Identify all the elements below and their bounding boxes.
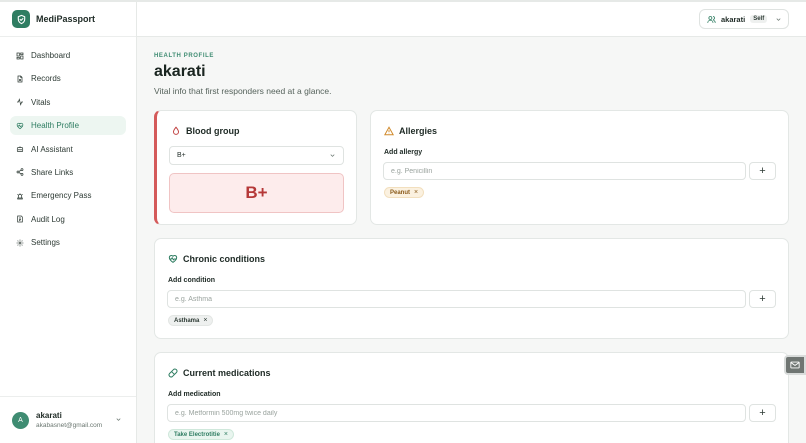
- medications-title: Current medications: [168, 368, 271, 378]
- sidebar-item-label: Settings: [31, 238, 60, 248]
- siren-icon: [16, 192, 24, 200]
- share-icon: [16, 168, 24, 177]
- medications-card: Current medications Add medication + Tak…: [154, 352, 789, 443]
- shield-logo-icon: [12, 10, 30, 28]
- feedback-button[interactable]: [784, 355, 806, 375]
- sidebar-item-label: Share Links: [31, 167, 74, 177]
- sidebar-item-label: Dashboard: [31, 51, 71, 60]
- chevron-down-icon: [329, 152, 336, 161]
- profile-name: akarati: [721, 14, 746, 24]
- add-allergy-label: Add allergy: [384, 149, 423, 156]
- user-menu[interactable]: A akarati akabasnet@gmail.com: [0, 396, 136, 443]
- allergies-card: Allergies Add allergy + Peanut ×: [370, 110, 789, 225]
- remove-chip-icon[interactable]: ×: [203, 317, 207, 324]
- blood-group-select[interactable]: B+: [169, 146, 344, 165]
- pill-icon: [168, 368, 178, 378]
- condition-chip: Asthama ×: [168, 315, 214, 326]
- chip-label: Asthama: [174, 317, 200, 324]
- add-medication-button[interactable]: +: [749, 404, 776, 422]
- page-title: akarati: [154, 63, 206, 80]
- user-name: akarati: [36, 411, 62, 420]
- blood-group-title: Blood group: [171, 126, 240, 136]
- allergies-title: Allergies: [384, 126, 437, 136]
- sidebar-item-settings[interactable]: Settings: [10, 233, 126, 252]
- sidebar-item-dashboard[interactable]: Dashboard: [10, 46, 126, 65]
- sidebar-item-label: Vitals: [31, 97, 51, 107]
- blood-group-select-value: B+: [177, 152, 186, 159]
- user-email: akabasnet@gmail.com: [36, 422, 103, 429]
- heart-pulse-icon: [168, 254, 178, 264]
- sidebar-item-label: AI Assistant: [31, 144, 73, 154]
- heart-pulse-icon: [16, 122, 24, 130]
- blood-group-card: Blood group B+ B+: [154, 110, 357, 225]
- profile-badge: Self: [750, 15, 768, 23]
- brand-name: MediPassport: [36, 14, 96, 24]
- sidebar-item-records[interactable]: Records: [10, 69, 126, 88]
- sidebar-item-share-links[interactable]: Share Links: [10, 163, 126, 182]
- allergy-chip: Peanut ×: [384, 187, 425, 198]
- gear-icon: [16, 239, 24, 247]
- mail-icon: [790, 361, 800, 369]
- file-icon: [16, 75, 24, 83]
- sidebar-item-label: Audit Log: [31, 214, 65, 224]
- sidebar-item-label: Records: [31, 74, 61, 84]
- medication-chip: Take Electrotitie ×: [168, 429, 234, 440]
- warning-icon: [384, 126, 394, 136]
- avatar: A: [12, 411, 29, 429]
- page-subtitle: Vital info that first responders need at…: [154, 86, 332, 96]
- droplet-icon: [171, 126, 181, 136]
- chip-label: Take Electrotitie: [174, 431, 220, 438]
- chevron-down-icon: [115, 416, 122, 425]
- sidebar-item-health-profile[interactable]: Health Profile: [10, 116, 126, 136]
- condition-input[interactable]: [167, 290, 746, 308]
- chronic-conditions-title: Chronic conditions: [168, 254, 265, 264]
- log-icon: [16, 215, 24, 223]
- chevron-down-icon: [775, 16, 782, 23]
- add-condition-button[interactable]: +: [749, 290, 776, 308]
- medication-input[interactable]: [167, 404, 746, 422]
- sidebar-item-vitals[interactable]: Vitals: [10, 93, 126, 112]
- brand[interactable]: MediPassport: [0, 2, 136, 37]
- sidebar-item-ai-assistant[interactable]: AI Assistant: [10, 140, 126, 159]
- chronic-conditions-card: Chronic conditions Add condition + Astha…: [154, 238, 789, 339]
- add-medication-label: Add medication: [168, 391, 221, 398]
- sidebar-item-label: Health Profile: [31, 121, 80, 131]
- topbar: akarati Self: [137, 2, 806, 37]
- add-allergy-button[interactable]: +: [749, 162, 776, 180]
- page-eyebrow: HEALTH PROFILE: [154, 53, 214, 59]
- bot-icon: [16, 145, 24, 153]
- add-condition-label: Add condition: [168, 277, 216, 284]
- sidebar: MediPassport Dashboard Records Vitals He…: [0, 2, 137, 443]
- user-icon: [707, 15, 716, 24]
- sidebar-item-audit-log[interactable]: Audit Log: [10, 210, 126, 229]
- allergy-input[interactable]: [383, 162, 746, 180]
- chip-label: Peanut: [390, 189, 411, 196]
- remove-chip-icon[interactable]: ×: [224, 431, 228, 438]
- pulse-icon: [16, 98, 24, 107]
- blood-group-display: B+: [169, 173, 344, 213]
- sidebar-item-label: Emergency Pass: [31, 191, 92, 201]
- sidebar-item-emergency-pass[interactable]: Emergency Pass: [10, 186, 126, 205]
- remove-chip-icon[interactable]: ×: [414, 189, 418, 196]
- sidebar-nav: Dashboard Records Vitals Health Profile …: [0, 37, 136, 252]
- dashboard-icon: [16, 52, 24, 60]
- profile-switcher[interactable]: akarati Self: [699, 9, 789, 29]
